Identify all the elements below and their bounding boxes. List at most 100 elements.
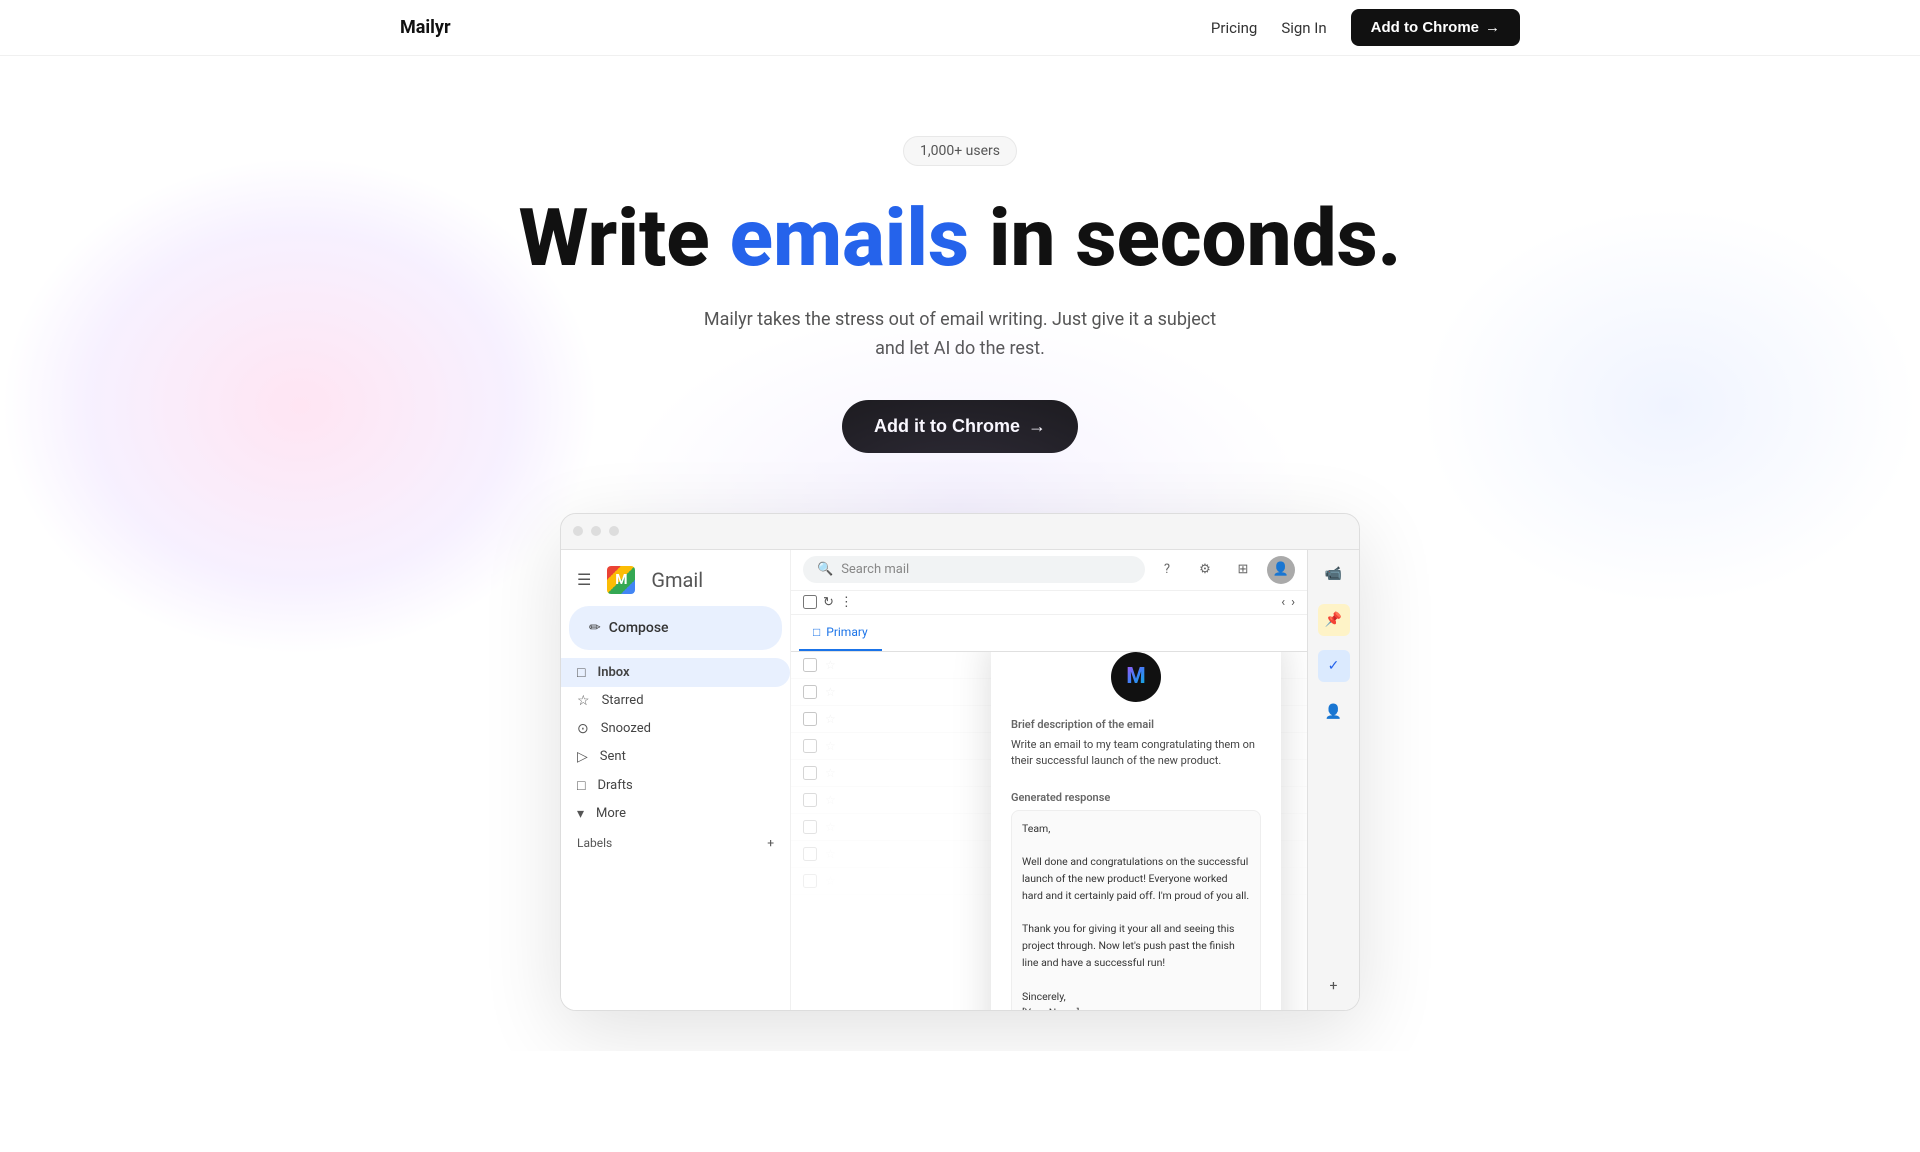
star-icon[interactable]: ☆ xyxy=(825,712,836,726)
meet-icon[interactable]: 📹 xyxy=(1318,558,1350,590)
ai-brief-label: Brief description of the email xyxy=(1011,718,1261,731)
labels-add-icon[interactable]: + xyxy=(767,836,774,850)
gmail-logo-m: M xyxy=(607,566,635,594)
email-checkbox[interactable] xyxy=(803,712,817,726)
gmail-sidebar: ☰ M Gmail ✏ Compose □ Inbox ☆ Starred xyxy=(561,550,791,1010)
more-options-icon[interactable]: ⋮ xyxy=(840,595,853,610)
inbox-icon: □ xyxy=(577,664,585,681)
gmail-starred-label: Starred xyxy=(602,693,644,708)
select-all-checkbox[interactable] xyxy=(803,595,817,609)
email-checkbox[interactable] xyxy=(803,739,817,753)
tasks-icon[interactable]: ✓ xyxy=(1318,650,1350,682)
refresh-icon[interactable]: ↻ xyxy=(823,595,834,610)
star-icon[interactable]: ☆ xyxy=(825,874,836,888)
keep-icon[interactable]: 📌 xyxy=(1318,604,1350,636)
browser-dot-green xyxy=(609,526,619,536)
star-icon[interactable]: ☆ xyxy=(825,685,836,699)
signin-link[interactable]: Sign In xyxy=(1281,19,1326,37)
add-apps-icon[interactable]: + xyxy=(1318,970,1350,1002)
gmail-nav-more[interactable]: ▾ More xyxy=(561,800,790,828)
hero-add-to-chrome-button[interactable]: Add it to Chrome → xyxy=(842,400,1078,453)
gmail-nav-inbox[interactable]: □ Inbox xyxy=(561,658,790,687)
hero-title: Write emails in seconds. xyxy=(519,194,1402,282)
gmail-sent-label: Sent xyxy=(600,749,626,764)
chevron-down-icon: ▾ xyxy=(577,806,584,822)
compose-label: Compose xyxy=(609,620,669,636)
users-badge: 1,000+ users xyxy=(903,136,1017,166)
gmail-nav-snoozed[interactable]: ⊙ Snoozed xyxy=(561,715,790,743)
gmail-tab-primary[interactable]: □ Primary xyxy=(799,615,882,651)
gmail-nav-drafts[interactable]: □ Drafts xyxy=(561,771,790,800)
gmail-menu-icon[interactable]: ☰ xyxy=(577,570,591,589)
labels-title: Labels xyxy=(577,836,612,850)
gmail-right-sidebar: 📹 📌 ✓ 👤 + xyxy=(1307,550,1359,1010)
gmail-search-bar[interactable]: 🔍 Search mail xyxy=(803,556,1145,583)
email-checkbox[interactable] xyxy=(803,766,817,780)
hero-title-suffix: in seconds. xyxy=(969,191,1401,285)
sent-icon: ▷ xyxy=(577,749,588,765)
avatar-icon[interactable]: 👤 xyxy=(1267,556,1295,584)
nav-links: Pricing Sign In Add to Chrome → xyxy=(1211,9,1520,46)
navbar: Mailyr Pricing Sign In Add to Chrome → xyxy=(0,0,1920,56)
compose-button[interactable]: ✏ Compose xyxy=(569,606,782,650)
nav-logo: Mailyr xyxy=(400,17,451,38)
star-icon[interactable]: ☆ xyxy=(825,658,836,672)
browser-dot-red xyxy=(573,526,583,536)
gmail-snoozed-label: Snoozed xyxy=(601,721,651,736)
gmail-more-label: More xyxy=(596,806,626,821)
next-page-icon[interactable]: › xyxy=(1291,595,1295,610)
gmail-mockup: ☰ M Gmail ✏ Compose □ Inbox ☆ Starred xyxy=(560,513,1360,1011)
gmail-subtoolbar: ↻ ⋮ ‹ › xyxy=(791,591,1307,615)
gmail-toolbar: 🔍 Search mail ? ⚙ ⊞ 👤 xyxy=(791,550,1307,591)
gmail-search-placeholder: Search mail xyxy=(841,562,909,577)
ai-logo-circle: M xyxy=(1111,652,1161,702)
star-icon[interactable]: ☆ xyxy=(825,847,836,861)
gmail-brand-text: Gmail xyxy=(651,568,703,592)
gmail-drafts-label: Drafts xyxy=(597,778,632,793)
star-icon: ☆ xyxy=(577,693,590,709)
star-icon[interactable]: ☆ xyxy=(825,820,836,834)
email-checkbox[interactable] xyxy=(803,658,817,672)
email-checkbox[interactable] xyxy=(803,847,817,861)
ai-brief-value[interactable]: Write an email to my team congratulating… xyxy=(1011,737,1261,777)
ai-compose-panel: M Brief description of the email Write a… xyxy=(991,652,1281,1010)
star-icon[interactable]: ☆ xyxy=(825,793,836,807)
gmail-app-layout: ☰ M Gmail ✏ Compose □ Inbox ☆ Starred xyxy=(561,550,1359,1010)
browser-dot-yellow xyxy=(591,526,601,536)
apps-icon[interactable]: ⊞ xyxy=(1229,556,1257,584)
drafts-icon: □ xyxy=(577,777,585,794)
email-checkbox[interactable] xyxy=(803,793,817,807)
snooze-icon: ⊙ xyxy=(577,721,589,737)
hero-section: 1,000+ users Write emails in seconds. Ma… xyxy=(0,56,1920,1051)
gmail-labels-section: Labels + xyxy=(561,828,790,858)
gmail-header-bar: ☰ M Gmail xyxy=(561,558,790,602)
hero-title-highlight: emails xyxy=(730,191,969,285)
email-checkbox[interactable] xyxy=(803,820,817,834)
blob-right-decoration xyxy=(1420,206,1920,606)
search-icon: 🔍 xyxy=(817,562,833,577)
arrow-icon: → xyxy=(1485,19,1500,36)
add-to-chrome-button[interactable]: Add to Chrome → xyxy=(1351,9,1520,46)
ai-response-label: Generated response xyxy=(1011,791,1261,804)
email-checkbox[interactable] xyxy=(803,685,817,699)
gmail-nav-sent[interactable]: ▷ Sent xyxy=(561,743,790,771)
gmail-toolbar-icons: ? ⚙ ⊞ 👤 xyxy=(1153,556,1295,584)
gmail-email-list: ☆ ☆ ☆ ☆ xyxy=(791,652,1307,1010)
star-icon[interactable]: ☆ xyxy=(825,739,836,753)
hero-arrow-icon: → xyxy=(1028,416,1046,437)
help-icon[interactable]: ? xyxy=(1153,556,1181,584)
browser-chrome-bar xyxy=(561,514,1359,550)
star-icon[interactable]: ☆ xyxy=(825,766,836,780)
gmail-main-area: 🔍 Search mail ? ⚙ ⊞ 👤 ↻ ⋮ xyxy=(791,550,1307,1010)
blob-left-decoration xyxy=(0,156,600,656)
pencil-icon: ✏ xyxy=(589,620,601,636)
prev-page-icon[interactable]: ‹ xyxy=(1281,595,1285,610)
email-checkbox[interactable] xyxy=(803,874,817,888)
hero-subtitle: Mailyr takes the stress out of email wri… xyxy=(700,306,1220,364)
settings-icon[interactable]: ⚙ xyxy=(1191,556,1219,584)
pricing-link[interactable]: Pricing xyxy=(1211,19,1257,37)
gmail-tabs: □ Primary xyxy=(791,615,1307,652)
ai-logo-m-letter: M xyxy=(1126,664,1145,689)
gmail-nav-starred[interactable]: ☆ Starred xyxy=(561,687,790,715)
contacts-icon[interactable]: 👤 xyxy=(1318,696,1350,728)
